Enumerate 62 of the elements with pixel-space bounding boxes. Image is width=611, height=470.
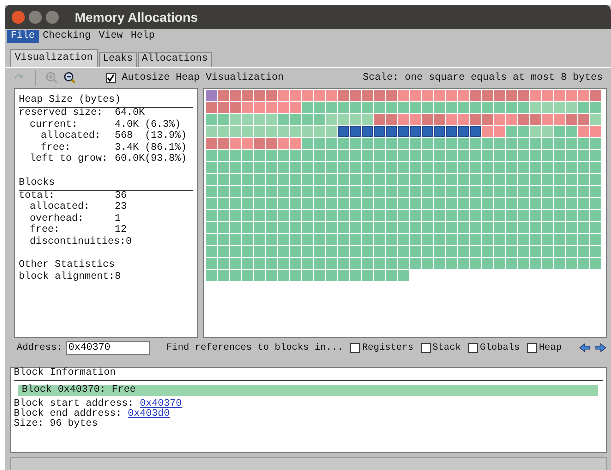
menu-item[interactable]: Checking <box>39 30 96 42</box>
checkbox-label: Stack <box>432 340 462 355</box>
stat-value: 23 <box>115 202 128 214</box>
stat-label: reserved size: <box>19 108 104 120</box>
stat-label: total: <box>19 190 56 202</box>
stat-value: 36 <box>115 190 128 202</box>
checkbox-label: Registers <box>362 340 414 355</box>
stat-label: overhead: <box>30 214 86 224</box>
references-label: Find references to blocks in... <box>166 340 344 355</box>
menu-item[interactable]: File <box>7 30 40 42</box>
stat-label: allocated: <box>41 131 102 142</box>
checkbox-label: Autosize Heap Visualization <box>122 72 284 86</box>
checkbox[interactable] <box>527 343 538 353</box>
checkbox[interactable] <box>420 343 431 353</box>
stat-value: 1 <box>115 214 122 225</box>
stat-label: discontinuities: <box>30 236 126 248</box>
stat-value: 64.0K <box>115 108 146 120</box>
stat-value: 60.0K(93.8%) <box>115 154 188 166</box>
menu-item[interactable]: View <box>95 30 128 42</box>
close-button[interactable] <box>12 10 25 24</box>
check-icon <box>107 74 115 82</box>
back-arrow-icon[interactable] <box>579 343 591 353</box>
address-link[interactable]: 0x403d0 <box>128 409 170 420</box>
checkbox-label: Heap <box>539 340 562 355</box>
tab[interactable]: Leaks <box>99 52 138 67</box>
block-banner: Block 0x40370: Free <box>18 385 598 396</box>
section-title: Other Statistics <box>19 260 116 272</box>
stat-value: 3.4K (86.1%) <box>115 142 188 154</box>
stat-value: 12 <box>115 225 128 236</box>
stat-value: 568 (13.9%) <box>115 131 188 142</box>
info-label: Block start address: <box>14 399 134 410</box>
forward-arrow-icon[interactable] <box>595 343 607 353</box>
section-title: Blocks <box>19 178 193 190</box>
address-field[interactable]: 0x40370 <box>66 341 150 355</box>
stat-label: free: <box>30 225 62 236</box>
stat-label: free: <box>41 142 72 154</box>
section-title: Heap Size (bytes) <box>19 95 193 108</box>
stat-label: current: <box>30 120 80 130</box>
stat-value: 8 <box>115 272 122 284</box>
tab[interactable]: Allocations <box>138 52 212 67</box>
stat-label: allocated: <box>30 202 92 214</box>
window-title: Memory Allocations <box>75 10 198 24</box>
stat-value: 4.0K (6.3%) <box>115 120 182 130</box>
size-text: Size: 96 bytes <box>14 420 100 430</box>
menu-item[interactable]: Help <box>127 30 160 42</box>
scale-label: Scale: one square equals at most 8 bytes <box>362 72 603 86</box>
zoom-in-icon[interactable] <box>46 72 58 84</box>
info-label: Block end address: <box>14 409 122 420</box>
section-title: Block Information <box>14 368 603 381</box>
checkbox[interactable] <box>468 343 478 353</box>
zoom-out-icon[interactable] <box>64 72 76 84</box>
checkbox-label: Globals <box>480 340 520 355</box>
address-label: Address: <box>17 340 63 355</box>
stat-value: 0 <box>126 236 132 248</box>
stat-label: block alignment: <box>19 272 116 284</box>
minimize-button[interactable] <box>29 10 42 24</box>
tab[interactable]: Visualization <box>10 49 98 67</box>
stat-label: left to grow: <box>30 154 110 166</box>
maximize-button[interactable] <box>46 10 59 24</box>
checkbox[interactable] <box>106 73 116 83</box>
address-link[interactable]: 0x40370 <box>140 399 182 410</box>
checkbox[interactable] <box>350 343 360 353</box>
